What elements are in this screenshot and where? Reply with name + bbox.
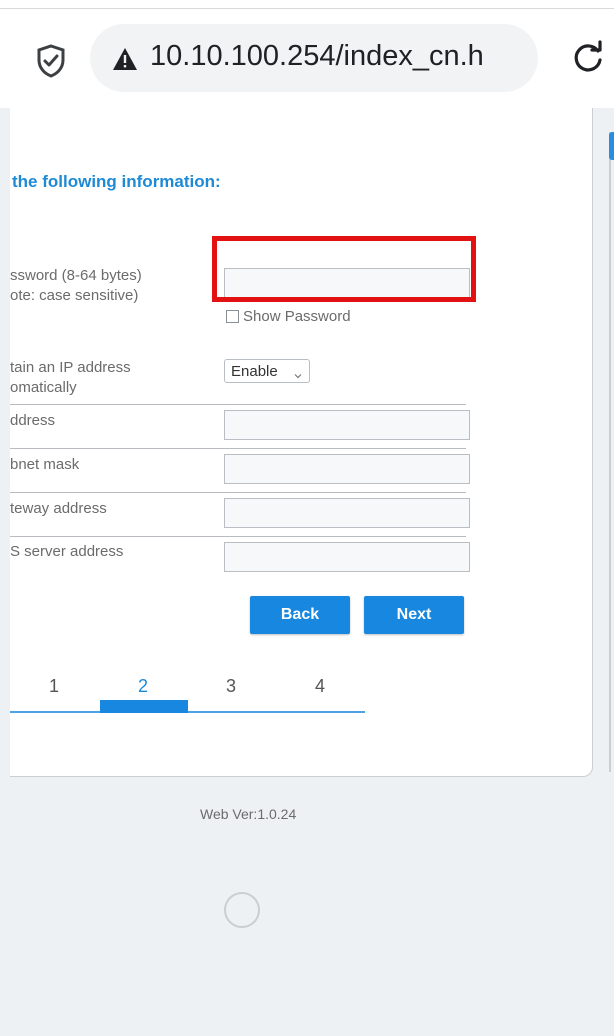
dhcp-select[interactable]: Enable [224,359,310,383]
wizard-heading: the following information: [12,172,221,191]
back-button[interactable]: Back [250,596,350,634]
row-divider [10,404,466,405]
dns-server-address-label: S server address [10,543,124,560]
step-3: 3 [225,676,236,696]
loading-spinner-icon [224,892,260,928]
reload-icon[interactable] [570,40,606,76]
url-text[interactable]: 10.10.100.254/index_cn.h [150,40,530,73]
page-content: the following information: ssword (8-64 … [10,108,614,1036]
dhcp-label-cont: omatically [10,379,77,396]
ip-address-input[interactable] [224,410,470,440]
chevron-down-icon [294,367,302,379]
subnet-mask-input[interactable] [224,454,470,484]
step-1: 1 [48,676,59,696]
row-divider [10,492,466,493]
step-4: 4 [314,676,325,696]
side-card-edge [609,132,614,772]
shield-icon[interactable] [36,44,66,78]
web-version: Web Ver:1.0.24 [200,806,297,822]
password-note-label: ote: case sensitive) [10,287,139,304]
show-password-toggle[interactable]: Show Password [226,306,351,326]
next-button[interactable]: Next [364,596,464,634]
dns-server-address-input[interactable] [224,542,470,572]
row-divider [10,536,466,537]
side-card-accent [609,132,614,160]
step-2: 2 [137,676,148,696]
dhcp-select-value: Enable [231,362,278,380]
subnet-mask-label: bnet mask [10,456,80,473]
gateway-address-input[interactable] [224,498,470,528]
dhcp-label: tain an IP address [10,359,131,376]
toolbar-divider [0,8,614,9]
wizard-card: the following information: ssword (8-64 … [10,108,593,777]
warning-triangle-icon[interactable] [112,47,138,71]
browser-toolbar: 10.10.100.254/index_cn.h [0,0,614,108]
show-password-checkbox[interactable] [226,309,239,323]
gateway-address-label: teway address [10,500,107,517]
row-divider [10,448,466,449]
show-password-label: Show Password [243,307,351,325]
ip-address-label: ddress [10,412,56,429]
password-label: ssword (8-64 bytes) [10,267,142,284]
step-progress-current [100,700,188,713]
address-bar[interactable]: 10.10.100.254/index_cn.h [90,24,538,92]
password-input[interactable] [224,268,470,298]
